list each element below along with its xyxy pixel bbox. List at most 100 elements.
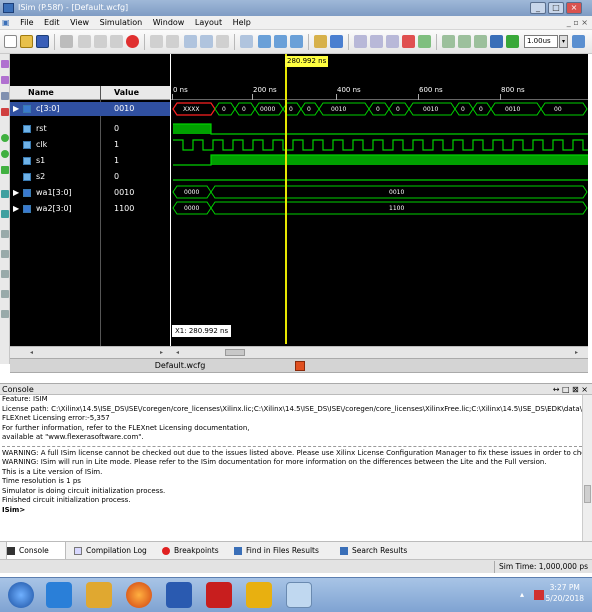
- ie-icon[interactable]: [46, 582, 72, 608]
- tray-icon[interactable]: [534, 590, 544, 600]
- window-cascade-icon[interactable]: [274, 35, 287, 48]
- marker-tool-icon[interactable]: [1, 108, 9, 116]
- tab-search-results[interactable]: Search Results: [340, 542, 420, 560]
- acrobat-icon[interactable]: [206, 582, 232, 608]
- cursor-down-icon[interactable]: [1, 250, 9, 258]
- signal-row-rst[interactable]: rst 0: [10, 122, 170, 136]
- menu-layout[interactable]: Layout: [191, 16, 226, 30]
- menu-file[interactable]: File: [16, 16, 37, 30]
- menu-edit[interactable]: Edit: [40, 16, 64, 30]
- run-time-input[interactable]: 1.00us: [524, 35, 558, 48]
- go-prev-icon[interactable]: [1, 150, 9, 158]
- paste-icon[interactable]: [110, 35, 123, 48]
- zoom-out-icon[interactable]: [370, 35, 383, 48]
- go-to-time-icon[interactable]: [418, 35, 431, 48]
- wave-scroll-left-icon[interactable]: ◂: [176, 349, 184, 356]
- save-icon[interactable]: [36, 35, 49, 48]
- find-next-icon[interactable]: [200, 35, 213, 48]
- delete-icon[interactable]: [126, 35, 139, 48]
- explorer-icon[interactable]: [86, 582, 112, 608]
- swap-icon[interactable]: [1, 190, 9, 198]
- taskbar-clock[interactable]: 3:27 PM 5/20/2018: [546, 582, 584, 604]
- tab-breakpoints[interactable]: Breakpoints: [162, 542, 228, 560]
- window-tile-icon[interactable]: [258, 35, 271, 48]
- scroll-left-icon[interactable]: ◂: [30, 349, 38, 356]
- word-icon[interactable]: [166, 582, 192, 608]
- console-scroll-thumb[interactable]: [584, 485, 591, 503]
- firefox-icon[interactable]: [126, 582, 152, 608]
- menu-window[interactable]: Window: [149, 16, 189, 30]
- undo-icon[interactable]: [150, 35, 163, 48]
- console-output[interactable]: Feature: ISIM License path: C:\Xilinx\14…: [0, 395, 582, 541]
- zoom-icon[interactable]: [240, 35, 253, 48]
- zoom-in-icon[interactable]: [354, 35, 367, 48]
- close-button[interactable]: ×: [566, 2, 582, 14]
- run-time-unit-dropdown[interactable]: ▾: [559, 35, 568, 48]
- mdi-window-controls[interactable]: _ ▫ ×: [567, 16, 588, 30]
- run-for-icon[interactable]: [506, 35, 519, 48]
- signal-row-wa2[interactable]: ▶ wa2[3:0] 1100: [10, 202, 170, 216]
- cut-icon[interactable]: [78, 35, 91, 48]
- signal-row-wa1[interactable]: ▶ wa1[3:0] 0010: [10, 186, 170, 200]
- value-column-header[interactable]: Value: [114, 86, 139, 100]
- zoom-fit-icon[interactable]: [386, 35, 399, 48]
- console-prompt[interactable]: ISim>: [2, 506, 582, 516]
- start-orb-icon[interactable]: [8, 582, 34, 608]
- redo-icon[interactable]: [166, 35, 179, 48]
- tab-default-wcfg[interactable]: Default.wcfg: [135, 360, 225, 372]
- time-cursor[interactable]: [285, 54, 287, 344]
- bookmark-icon[interactable]: [216, 35, 229, 48]
- divider-icon[interactable]: [1, 270, 9, 278]
- pointer-icon[interactable]: [314, 35, 327, 48]
- find-icon[interactable]: [184, 35, 197, 48]
- go-next-icon[interactable]: [1, 166, 9, 174]
- time-ruler[interactable]: 0 ns 200 ns 400 ns 600 ns 800 ns: [171, 86, 588, 100]
- marker-icon[interactable]: [402, 35, 415, 48]
- wave-scroll-thumb[interactable]: [225, 349, 245, 356]
- restart-icon[interactable]: [442, 35, 455, 48]
- run-all-icon[interactable]: [458, 35, 471, 48]
- edit-icon[interactable]: [1, 76, 9, 84]
- minimize-button[interactable]: _: [530, 2, 546, 14]
- cursor-up-icon[interactable]: [1, 230, 9, 238]
- step-icon[interactable]: [474, 35, 487, 48]
- document-menu-icon[interactable]: ▣: [0, 16, 14, 30]
- expand-icon[interactable]: ▶: [13, 186, 19, 200]
- name-column-header[interactable]: Name: [28, 86, 54, 100]
- horizontal-scrollbars[interactable]: ◂ ▸ ◂ ▸: [10, 346, 588, 358]
- select-icon[interactable]: [1, 60, 9, 68]
- expand-icon[interactable]: ▶: [13, 202, 19, 216]
- tab-console[interactable]: Console: [6, 542, 66, 560]
- new-file-icon[interactable]: [4, 35, 17, 48]
- signal-row-clk[interactable]: clk 1: [10, 138, 170, 152]
- tab-find-in-files[interactable]: Find in Files Results: [234, 542, 332, 560]
- signal-row-s2[interactable]: s2 0: [10, 170, 170, 184]
- notification-icon[interactable]: ▴: [520, 590, 530, 600]
- menu-view[interactable]: View: [66, 16, 93, 30]
- print-icon[interactable]: [60, 35, 73, 48]
- signal-row-s1[interactable]: s1 1: [10, 154, 170, 168]
- signal-row-c[interactable]: ▶ c[3:0] 0010: [10, 102, 170, 116]
- break-icon[interactable]: [490, 35, 503, 48]
- console-scrollbar[interactable]: [582, 395, 592, 541]
- tab-compilation-log[interactable]: Compilation Log: [74, 542, 158, 560]
- wave-scroll-right-icon[interactable]: ▸: [575, 349, 583, 356]
- ungroup-icon[interactable]: [1, 310, 9, 318]
- layout-icon[interactable]: [290, 35, 303, 48]
- open-folder-icon[interactable]: [20, 35, 33, 48]
- menu-simulation[interactable]: Simulation: [96, 16, 147, 30]
- help-icon[interactable]: [330, 35, 343, 48]
- expand-icon[interactable]: ▶: [13, 102, 19, 116]
- group-icon[interactable]: [1, 290, 9, 298]
- waveforms[interactable]: XXXX 0 0 0000 0 0 0010 0 0 0010 0 0 0010…: [171, 100, 588, 220]
- copy-icon[interactable]: [94, 35, 107, 48]
- reload-icon[interactable]: [572, 35, 585, 48]
- maximize-button[interactable]: □: [548, 2, 564, 14]
- isim-icon[interactable]: [286, 582, 312, 608]
- snap-icon[interactable]: [1, 210, 9, 218]
- media-icon[interactable]: [246, 582, 272, 608]
- tab-close-icon[interactable]: [295, 361, 305, 371]
- zoom-tool-icon[interactable]: [1, 92, 9, 100]
- menu-help[interactable]: Help: [229, 16, 255, 30]
- scroll-right-icon[interactable]: ▸: [160, 349, 168, 356]
